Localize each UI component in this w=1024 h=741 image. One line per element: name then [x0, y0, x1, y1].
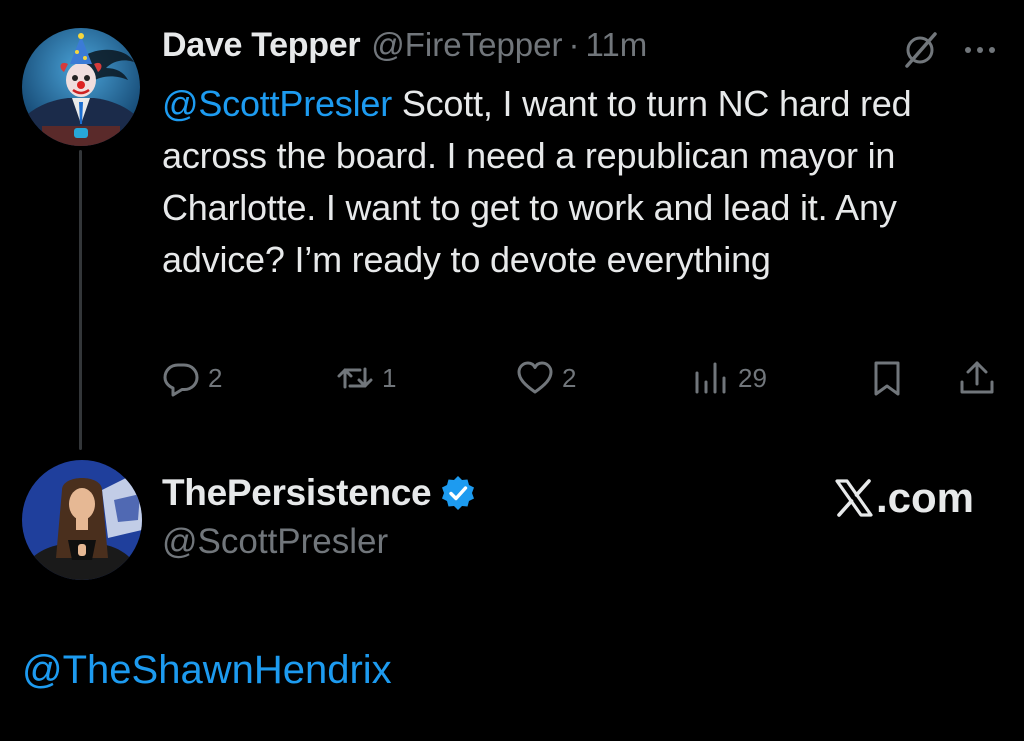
profile-name[interactable]: ThePersistence	[162, 472, 432, 514]
reply-button[interactable]: 2	[162, 356, 222, 400]
views-button[interactable]: 29	[692, 356, 767, 400]
screenshot: Dave Tepper @FireTepper · 11m @ScottPres…	[0, 0, 1024, 741]
author-avatar[interactable]	[22, 28, 140, 146]
reply-icon	[163, 363, 199, 397]
retweet-icon	[337, 367, 373, 389]
grok-icon[interactable]	[900, 30, 940, 70]
tweet-actions-bar: 2 1 2 29	[162, 356, 1002, 400]
bookmark-icon	[874, 361, 900, 396]
like-icon	[517, 361, 553, 394]
author-handle[interactable]: @FireTepper	[371, 26, 562, 64]
retweet-count: 1	[382, 362, 397, 393]
share-button[interactable]	[958, 356, 996, 400]
tweet-mention-link[interactable]: @ScottPresler	[162, 83, 392, 124]
like-count: 2	[562, 362, 577, 393]
tweet-text: @ScottPresler Scott, I want to turn NC h…	[162, 78, 992, 286]
share-icon	[960, 361, 994, 394]
bookmark-button[interactable]	[868, 356, 906, 400]
thread-connector-line	[79, 150, 82, 450]
author-name[interactable]: Dave Tepper	[162, 26, 361, 65]
profile-name-row[interactable]: ThePersistence	[162, 472, 477, 514]
header-separator: ·	[568, 26, 580, 63]
profile-avatar[interactable]	[22, 460, 142, 580]
retweet-button[interactable]: 1	[336, 356, 396, 400]
reply-count: 2	[208, 362, 223, 393]
more-icon[interactable]	[960, 38, 1000, 62]
verified-badge-icon	[442, 476, 475, 510]
watermark-text: .com	[876, 474, 975, 521]
views-icon	[695, 362, 726, 394]
bottom-mention-link[interactable]: @TheShawnHendrix	[22, 648, 392, 693]
like-button[interactable]: 2	[516, 356, 576, 400]
views-count: 29	[738, 362, 767, 393]
tweet-timestamp[interactable]: 11m	[586, 26, 648, 64]
x-logo-icon	[835, 479, 873, 517]
profile-handle[interactable]: @ScottPresler	[162, 522, 388, 562]
x-com-watermark: .com	[834, 472, 974, 524]
tweet-header: Dave Tepper @FireTepper · 11m	[162, 26, 647, 70]
